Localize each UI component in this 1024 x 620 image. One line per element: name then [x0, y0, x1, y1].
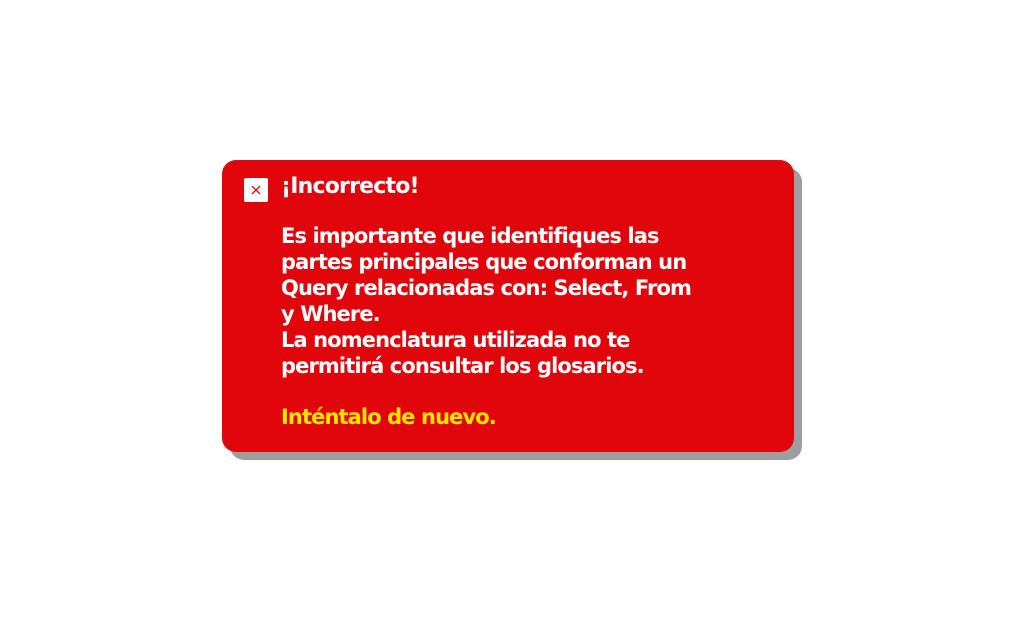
retry-message: Inténtalo de nuevo. — [281, 405, 497, 429]
page: ¡Incorrecto! Es importante que identifiq… — [0, 0, 1024, 620]
message-line: y Where. — [281, 302, 381, 326]
incorrect-feedback-dialog: ¡Incorrecto! Es importante que identifiq… — [222, 160, 794, 452]
close-button[interactable] — [244, 178, 268, 202]
feedback-message: Es importante que identifiques las parte… — [281, 223, 721, 379]
message-line: permitirá consultar los glosarios. — [281, 354, 645, 378]
message-line: Query relacionadas con: Select, From — [281, 276, 692, 300]
close-icon — [251, 185, 261, 195]
message-line: La nomenclatura utilizada no te — [281, 328, 630, 352]
message-line: Es importante que identifiques las — [281, 224, 660, 248]
message-line: partes principales que conforman un — [281, 250, 687, 274]
feedback-title: ¡Incorrecto! — [281, 174, 420, 199]
